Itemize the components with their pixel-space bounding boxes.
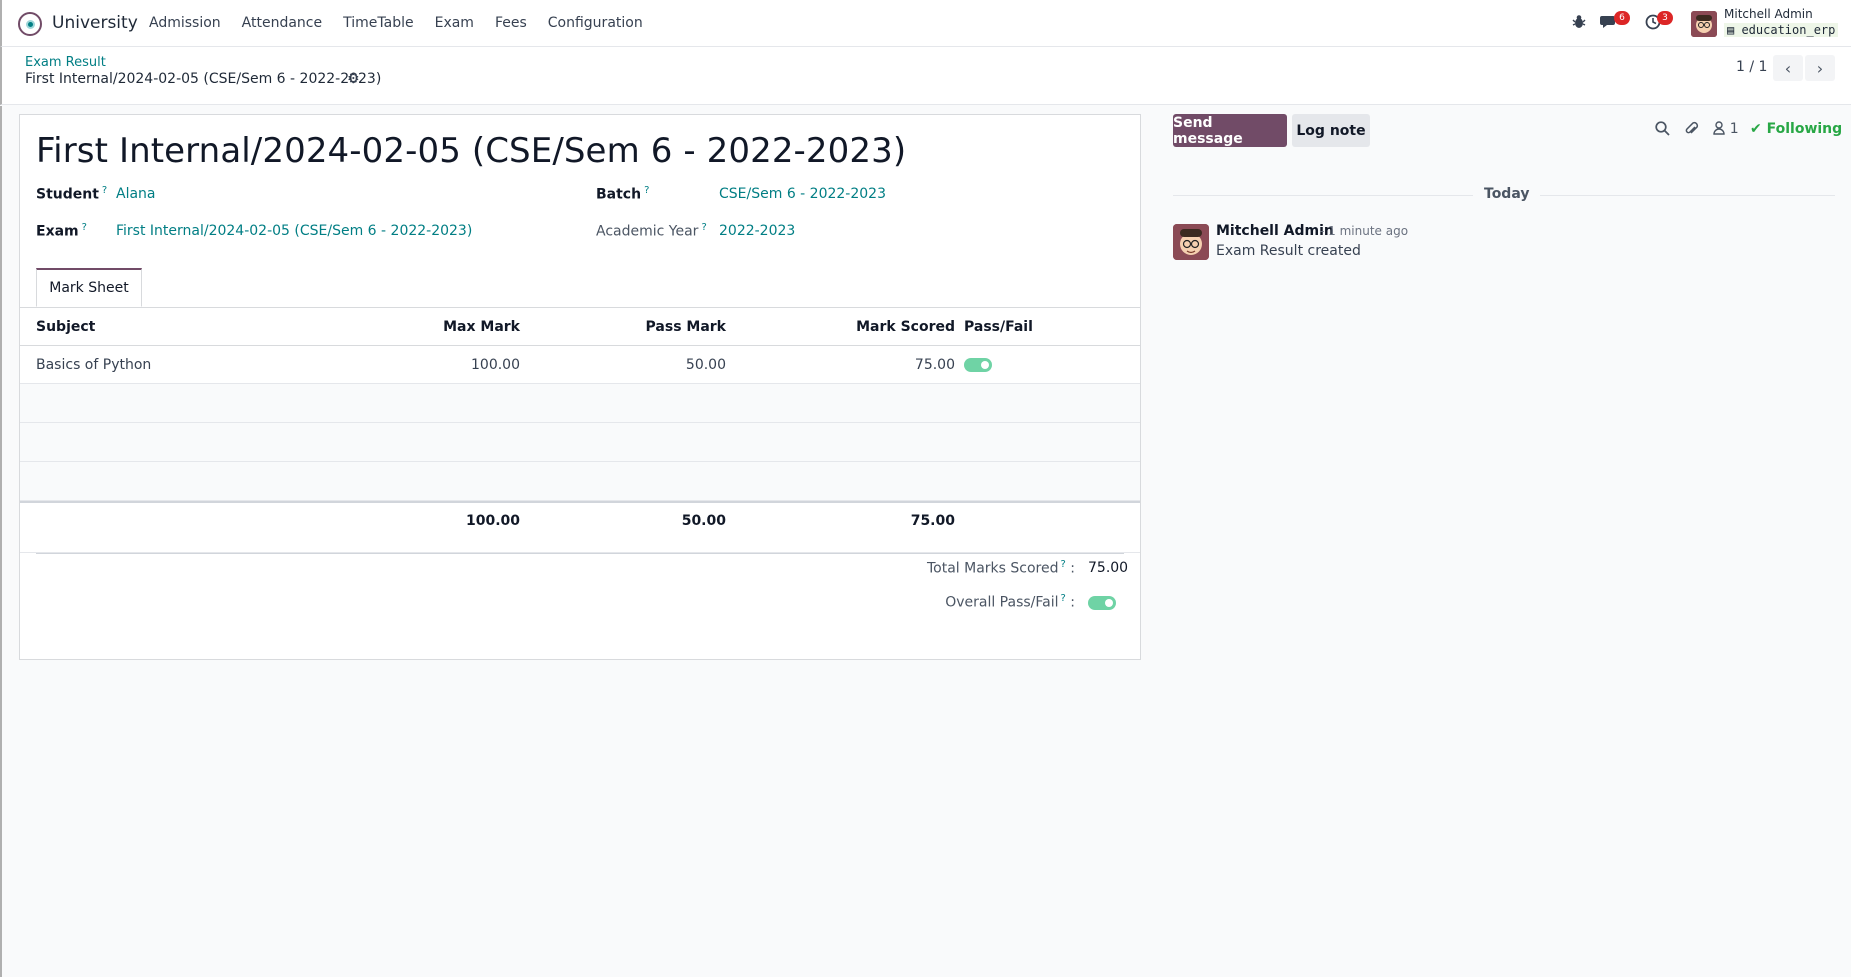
academic-year-label: Academic Year?	[596, 222, 707, 240]
user-name[interactable]: Mitchell Admin	[1724, 7, 1813, 21]
bug-icon[interactable]	[1572, 14, 1586, 33]
empty-row[interactable]	[20, 423, 1140, 462]
breadcrumb-current-record: First Internal/2024-02-05 (CSE/Sem 6 - 2…	[25, 71, 382, 87]
main-menu: Admission Attendance TimeTable Exam Fees…	[149, 15, 664, 31]
breadcrumb-exam-result[interactable]: Exam Result	[25, 55, 106, 70]
total-marks-value: 75.00	[1088, 560, 1129, 576]
col-mark-scored[interactable]: Mark Scored	[755, 308, 955, 346]
followers-button[interactable]: 1	[1713, 121, 1739, 139]
help-icon[interactable]: ?	[82, 222, 87, 233]
top-navbar: University Admission Attendance TimeTabl…	[0, 0, 1851, 47]
colon: :	[1070, 594, 1075, 611]
following-label: Following	[1766, 121, 1843, 137]
colon: :	[1070, 560, 1075, 577]
table-header-row: Subject Max Mark Pass Mark Mark Scored P…	[20, 308, 1140, 346]
check-icon: ✔	[1750, 121, 1762, 137]
followers-count: 1	[1729, 121, 1739, 137]
summary-divider	[36, 553, 1124, 554]
col-max-mark[interactable]: Max Mark	[320, 308, 520, 346]
menu-item-fees[interactable]: Fees	[495, 15, 527, 31]
today-divider-right	[1540, 195, 1835, 196]
search-icon[interactable]	[1655, 121, 1670, 140]
student-field[interactable]: Alana	[116, 186, 156, 202]
menu-item-exam[interactable]: Exam	[435, 15, 474, 31]
app-home-icon[interactable]	[18, 12, 42, 36]
col-pass-mark[interactable]: Pass Mark	[526, 308, 726, 346]
help-icon[interactable]: ?	[1061, 593, 1066, 604]
record-title[interactable]: First Internal/2024-02-05 (CSE/Sem 6 - 2…	[36, 131, 906, 171]
chevron-left-icon: ‹	[1784, 58, 1792, 78]
empty-row[interactable]	[20, 462, 1140, 501]
pager-next-button[interactable]: ›	[1805, 55, 1835, 81]
student-label: Student?	[36, 185, 107, 203]
help-icon[interactable]: ?	[102, 185, 107, 196]
overall-pass-fail-toggle[interactable]	[1088, 596, 1116, 610]
col-pass-fail[interactable]: Pass/Fail	[964, 308, 1033, 346]
message-body: Exam Result created	[1216, 243, 1361, 259]
exam-field[interactable]: First Internal/2024-02-05 (CSE/Sem 6 - 2…	[116, 223, 472, 239]
mark-sheet-table: Subject Max Mark Pass Mark Mark Scored P…	[20, 308, 1140, 553]
paperclip-icon[interactable]	[1684, 121, 1699, 141]
log-note-button[interactable]: Log note	[1292, 114, 1370, 147]
table-footer-totals: 100.00 50.00 75.00	[20, 501, 1140, 553]
pager-previous-button[interactable]: ‹	[1773, 55, 1803, 81]
total-marks-label: Total Marks Scored? :	[820, 559, 1075, 577]
tab-mark-sheet[interactable]: Mark Sheet	[36, 268, 142, 307]
help-icon[interactable]: ?	[701, 222, 706, 233]
pager-value[interactable]: 1 / 1	[1736, 59, 1767, 75]
menu-item-timetable[interactable]: TimeTable	[343, 15, 413, 31]
gear-icon[interactable]: ⚙	[347, 71, 360, 87]
database-name: ▤ education_erp	[1724, 23, 1839, 37]
user-avatar[interactable]	[1691, 11, 1717, 37]
menu-item-configuration[interactable]: Configuration	[548, 15, 643, 31]
cell-pass-mark[interactable]: 50.00	[526, 346, 726, 384]
total-max-mark: 100.00	[465, 513, 520, 529]
pass-fail-toggle[interactable]	[964, 358, 992, 372]
today-divider-left	[1173, 195, 1473, 196]
academic-year-field[interactable]: 2022-2023	[719, 223, 795, 239]
academic-year-label-text: Academic Year	[596, 223, 699, 240]
help-icon[interactable]: ?	[644, 185, 649, 196]
message-timestamp: - 1 minute ago	[1320, 224, 1409, 238]
cell-mark-scored[interactable]: 75.00	[755, 346, 955, 384]
menu-item-admission[interactable]: Admission	[149, 15, 221, 31]
overall-pass-fail-label-text: Overall Pass/Fail	[945, 594, 1059, 611]
total-pass-mark: 50.00	[681, 513, 726, 529]
total-marks-label-text: Total Marks Scored	[927, 560, 1059, 577]
database-name-text: education_erp	[1741, 23, 1836, 37]
cell-subject[interactable]: Basics of Python	[36, 346, 151, 384]
batch-label: Batch?	[596, 185, 649, 203]
activities-badge: 3	[1657, 11, 1673, 25]
chevron-right-icon: ›	[1816, 58, 1824, 78]
message-author-avatar[interactable]	[1173, 224, 1209, 260]
student-label-text: Student	[36, 186, 99, 203]
message-author[interactable]: Mitchell Admin	[1216, 223, 1334, 239]
form-sheet: First Internal/2024-02-05 (CSE/Sem 6 - 2…	[19, 114, 1141, 660]
send-message-button[interactable]: Send message	[1173, 114, 1287, 147]
col-subject[interactable]: Subject	[36, 308, 95, 346]
table-row[interactable]: Basics of Python 100.00 50.00 75.00	[20, 346, 1140, 384]
messages-badge: 6	[1614, 11, 1630, 25]
app-name[interactable]: University	[52, 13, 138, 33]
following-button[interactable]: ✔ Following	[1750, 121, 1842, 137]
overall-pass-fail-label: Overall Pass/Fail? :	[820, 593, 1075, 611]
total-mark-scored: 75.00	[910, 513, 955, 529]
menu-item-attendance[interactable]: Attendance	[242, 15, 322, 31]
batch-field[interactable]: CSE/Sem 6 - 2022-2023	[719, 186, 886, 202]
help-icon[interactable]: ?	[1061, 559, 1066, 570]
exam-label-text: Exam	[36, 223, 79, 240]
control-panel: Exam Result First Internal/2024-02-05 (C…	[0, 47, 1851, 105]
user-icon	[1713, 121, 1725, 139]
cell-max-mark[interactable]: 100.00	[320, 346, 520, 384]
batch-label-text: Batch	[596, 186, 642, 203]
today-label: Today	[1484, 186, 1530, 202]
exam-label: Exam?	[36, 222, 87, 240]
empty-row[interactable]	[20, 384, 1140, 423]
